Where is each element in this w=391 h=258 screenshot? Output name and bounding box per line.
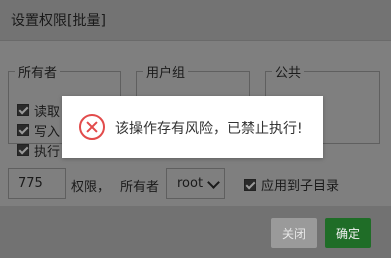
- error-circle-icon: [79, 114, 105, 140]
- owner-exec-label: 执行: [34, 144, 61, 160]
- group-legend: 用户组: [146, 66, 186, 81]
- dialog-title: 设置权限[批量]: [11, 13, 106, 29]
- error-toast: 该操作存有风险，已禁止执行!: [62, 96, 323, 158]
- owner-read-checkbox[interactable]: 读取: [17, 101, 61, 120]
- owner-select-label: 所有者: [120, 180, 160, 195]
- chevron-down-icon: [207, 176, 220, 189]
- close-button[interactable]: 关闭: [271, 218, 317, 248]
- toast-message: 该操作存有风险，已禁止执行!: [115, 121, 303, 137]
- checkbox-checked-icon[interactable]: [244, 178, 256, 191]
- permission-value-input[interactable]: 775: [8, 168, 66, 199]
- permission-label: 权限，: [71, 180, 111, 195]
- owner-exec-checkbox[interactable]: 执行: [17, 141, 61, 160]
- owner-legend: 所有者: [18, 66, 58, 81]
- checkbox-checked-icon[interactable]: [17, 104, 29, 116]
- checkbox-checked-icon[interactable]: [17, 144, 29, 156]
- owner-write-checkbox[interactable]: 写入: [17, 121, 61, 140]
- apply-subdir-label: 应用到子目录: [261, 179, 340, 194]
- owner-write-label: 写入: [34, 124, 61, 140]
- owner-read-label: 读取: [34, 104, 61, 120]
- owner-select-value: root: [177, 176, 204, 191]
- owner-select[interactable]: root: [166, 168, 225, 199]
- permission-row: 775 权限， 所有者 root 应用到子目录: [0, 168, 391, 200]
- apply-subdir-checkbox[interactable]: 应用到子目录: [244, 175, 339, 194]
- public-legend: 公共: [275, 66, 302, 81]
- dialog-title-bar: 设置权限[批量]: [0, 0, 391, 41]
- confirm-button[interactable]: 确定: [325, 218, 371, 248]
- dialog-footer: 关闭 确定: [0, 206, 391, 258]
- checkbox-checked-icon[interactable]: [17, 124, 29, 136]
